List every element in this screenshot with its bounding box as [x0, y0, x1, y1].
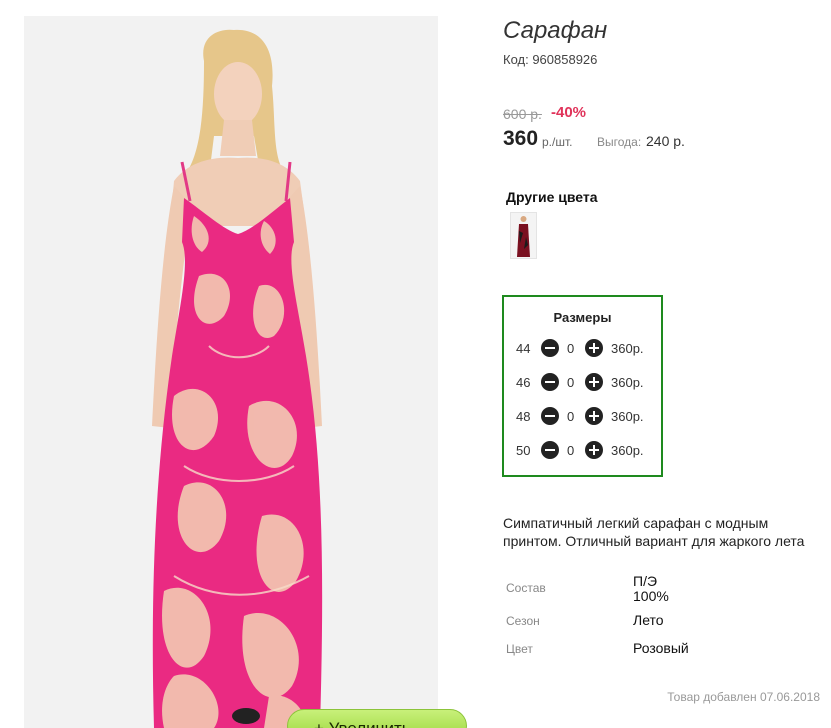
discount-badge: -40% [551, 104, 587, 121]
size-price: 360р. [611, 375, 644, 390]
size-row: 50 0 360р. [504, 441, 661, 461]
minus-icon[interactable] [541, 373, 559, 391]
size-value: 50 [516, 443, 531, 458]
other-colors-title: Другие цвета [506, 189, 598, 205]
size-row: 44 0 360р. [504, 339, 661, 359]
product-photo-image [152, 29, 323, 728]
size-row: 48 0 360р. [504, 407, 661, 427]
product-title: Сарафан [503, 17, 608, 44]
plus-icon[interactable] [585, 339, 603, 357]
benefit-label: Выгода: [597, 135, 642, 149]
zoom-button[interactable]: + Увеличить [287, 709, 467, 728]
plus-icon[interactable] [585, 441, 603, 459]
sizes-panel: Размеры 44 0 360р. 46 0 360р. 48 0 360р.… [502, 295, 663, 477]
property-value: Лето [633, 612, 664, 628]
property-label: Цвет [506, 642, 533, 656]
property-label: Сезон [506, 614, 540, 628]
color-variant-thumbnail[interactable] [510, 212, 537, 259]
size-price: 360р. [611, 409, 644, 424]
sizes-title: Размеры [553, 310, 612, 325]
price-unit: р./шт. [542, 135, 573, 149]
size-value: 44 [516, 341, 531, 356]
old-price: 600 р. [503, 106, 542, 122]
size-row: 46 0 360р. [504, 373, 661, 393]
quantity-value: 0 [567, 341, 575, 356]
minus-icon[interactable] [541, 339, 559, 357]
plus-icon[interactable] [585, 373, 603, 391]
color-variant-image [517, 216, 530, 257]
product-code: Код: 960858926 [503, 52, 598, 67]
plus-icon[interactable] [585, 407, 603, 425]
size-value: 46 [516, 375, 531, 390]
property-value: П/Э 100% [633, 573, 669, 604]
benefit-value: 240 р. [646, 133, 685, 149]
product-photo[interactable] [24, 16, 438, 728]
current-price: 360 [503, 127, 539, 150]
property-value: Розовый [633, 640, 689, 656]
property-label: Состав [506, 581, 546, 595]
quantity-value: 0 [567, 443, 575, 458]
minus-icon[interactable] [541, 407, 559, 425]
size-value: 48 [516, 409, 531, 424]
size-price: 360р. [611, 341, 644, 356]
quantity-value: 0 [567, 409, 575, 424]
size-price: 360р. [611, 443, 644, 458]
added-date: Товар добавлен 07.06.2018 [667, 690, 820, 704]
product-description: Симпатичный легкий сарафан с модным прин… [503, 515, 805, 549]
minus-icon[interactable] [541, 441, 559, 459]
quantity-value: 0 [567, 375, 575, 390]
